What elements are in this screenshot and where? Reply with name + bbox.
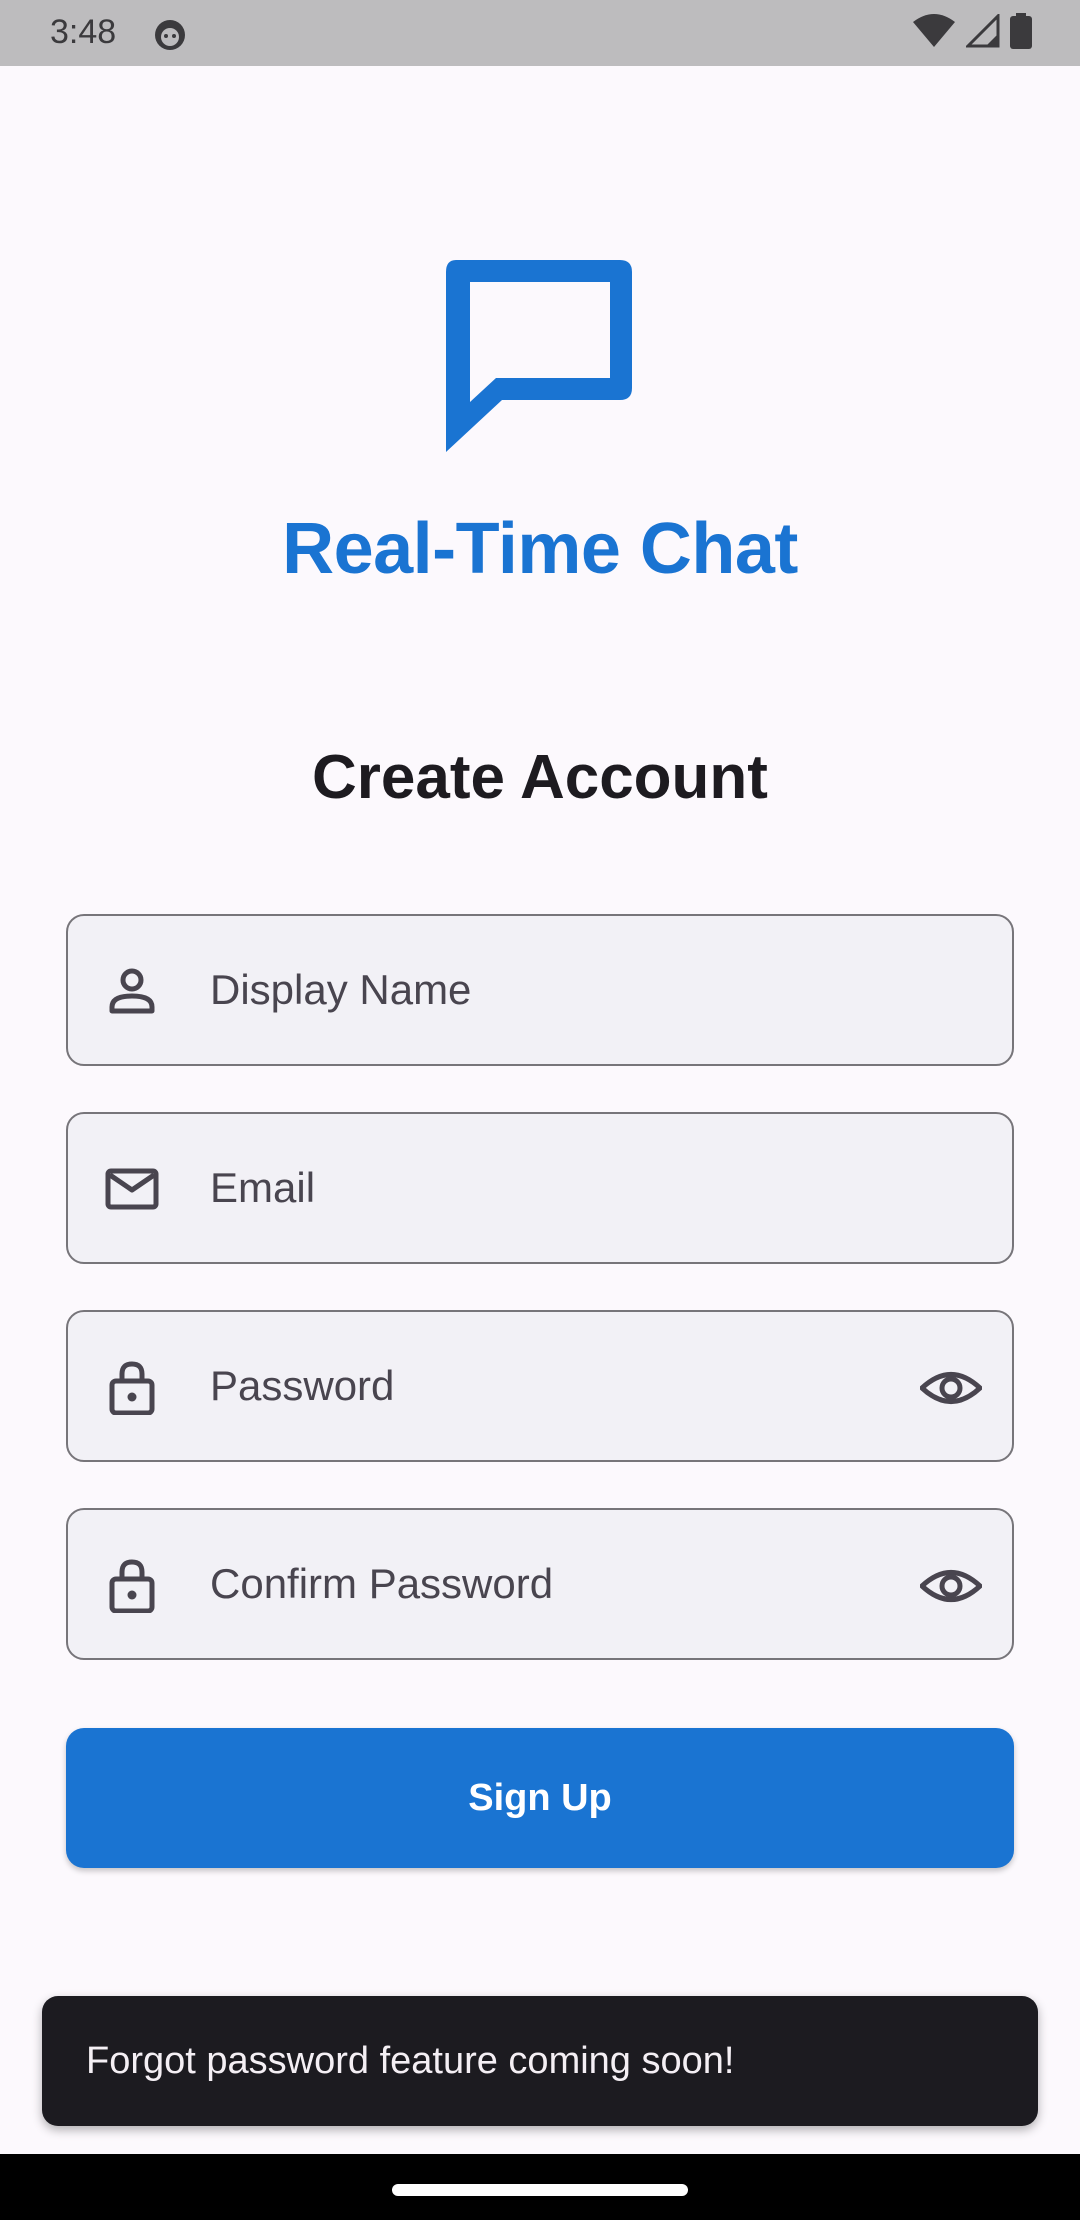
system-navigation-bar	[0, 2154, 1080, 2220]
lock-icon	[104, 1359, 160, 1416]
status-time: 3:48	[50, 13, 117, 51]
password-placeholder: Password	[210, 1362, 395, 1409]
notification-app-icon	[152, 16, 188, 52]
confirm-password-placeholder: Confirm Password	[210, 1560, 554, 1607]
email-field[interactable]: Email	[66, 1112, 1014, 1264]
battery-icon	[1010, 12, 1032, 54]
home-indicator[interactable]	[392, 2184, 688, 2196]
chat-bubble-outline-icon	[440, 254, 640, 454]
eye-icon[interactable]	[919, 1357, 983, 1419]
eye-icon[interactable]	[919, 1555, 983, 1617]
cell-signal-icon	[964, 11, 1000, 53]
status-indicators	[912, 11, 1032, 54]
display-name-placeholder: Display Name	[210, 966, 472, 1013]
email-placeholder: Email	[210, 1164, 316, 1211]
person-icon	[104, 963, 160, 1019]
app-title: Real-Time Chat	[282, 509, 798, 589]
display-name-field[interactable]: Display Name	[66, 914, 1014, 1066]
page-title: Create Account	[312, 743, 768, 812]
password-field[interactable]: Password	[66, 1310, 1014, 1462]
status-bar: 3:48	[0, 0, 1080, 66]
wifi-icon	[912, 13, 956, 53]
confirm-password-field[interactable]: Confirm Password	[66, 1508, 1014, 1660]
lock-icon	[104, 1557, 160, 1614]
snackbar-message: Forgot password feature coming soon!	[86, 2040, 735, 2082]
snackbar: Forgot password feature coming soon!	[42, 1996, 1038, 2126]
mail-icon	[104, 1161, 160, 1217]
sign-up-button[interactable]: Sign Up	[66, 1728, 1014, 1868]
